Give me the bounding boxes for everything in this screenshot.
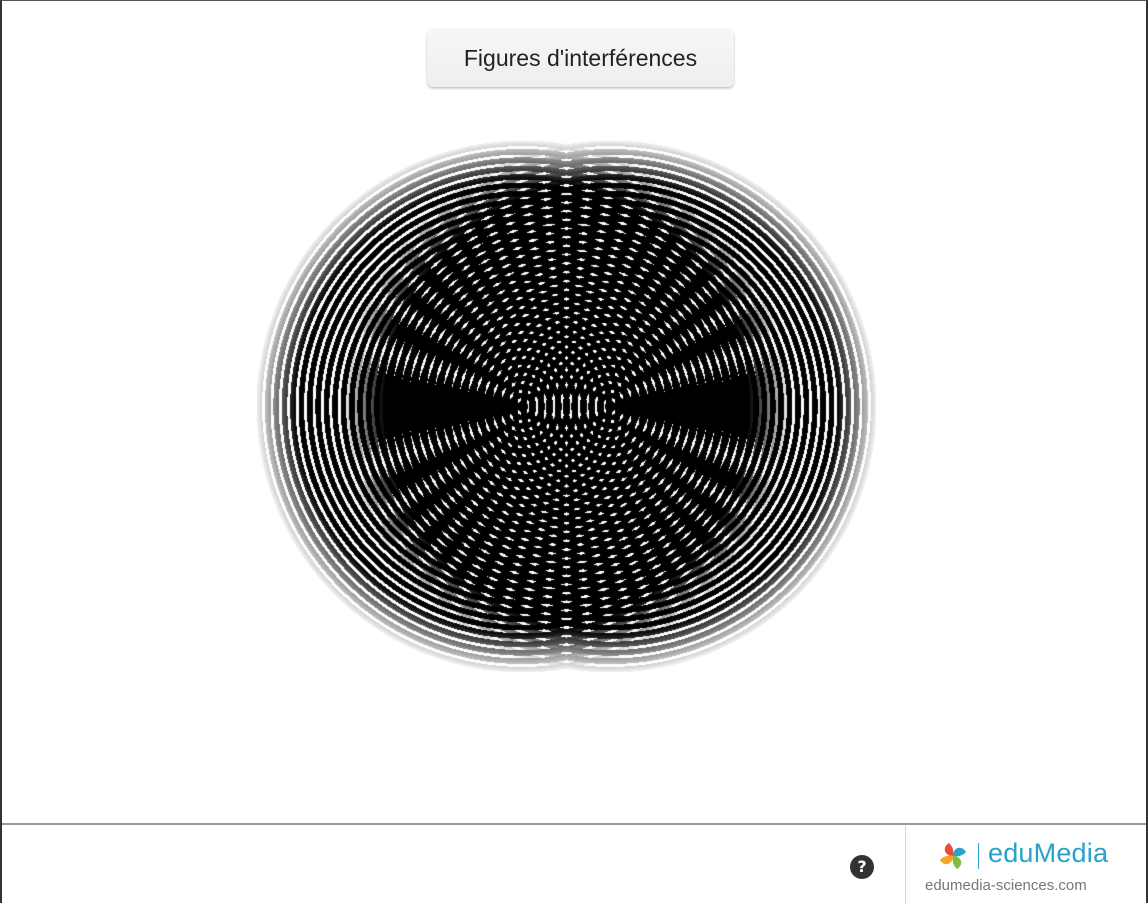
app-window: Figures d'interférences ? eduMedia edume…: [0, 0, 1148, 904]
brand-url: edumedia-sciences.com: [925, 877, 1087, 894]
simulation-stage[interactable]: Figures d'interférences: [2, 1, 1146, 823]
help-icon[interactable]: ?: [850, 855, 874, 879]
title-button[interactable]: Figures d'interférences: [427, 29, 734, 87]
footer-bar: ? eduMedia edumedia-sciences.com: [2, 823, 1146, 904]
interference-pattern-canvas[interactable]: [2, 1, 1146, 823]
edumedia-pinwheel-icon: [940, 843, 966, 869]
edumedia-brand-link[interactable]: eduMedia edumedia-sciences.com: [906, 825, 1146, 904]
brand-name: eduMedia: [988, 838, 1109, 868]
brand-separator: [978, 843, 979, 869]
